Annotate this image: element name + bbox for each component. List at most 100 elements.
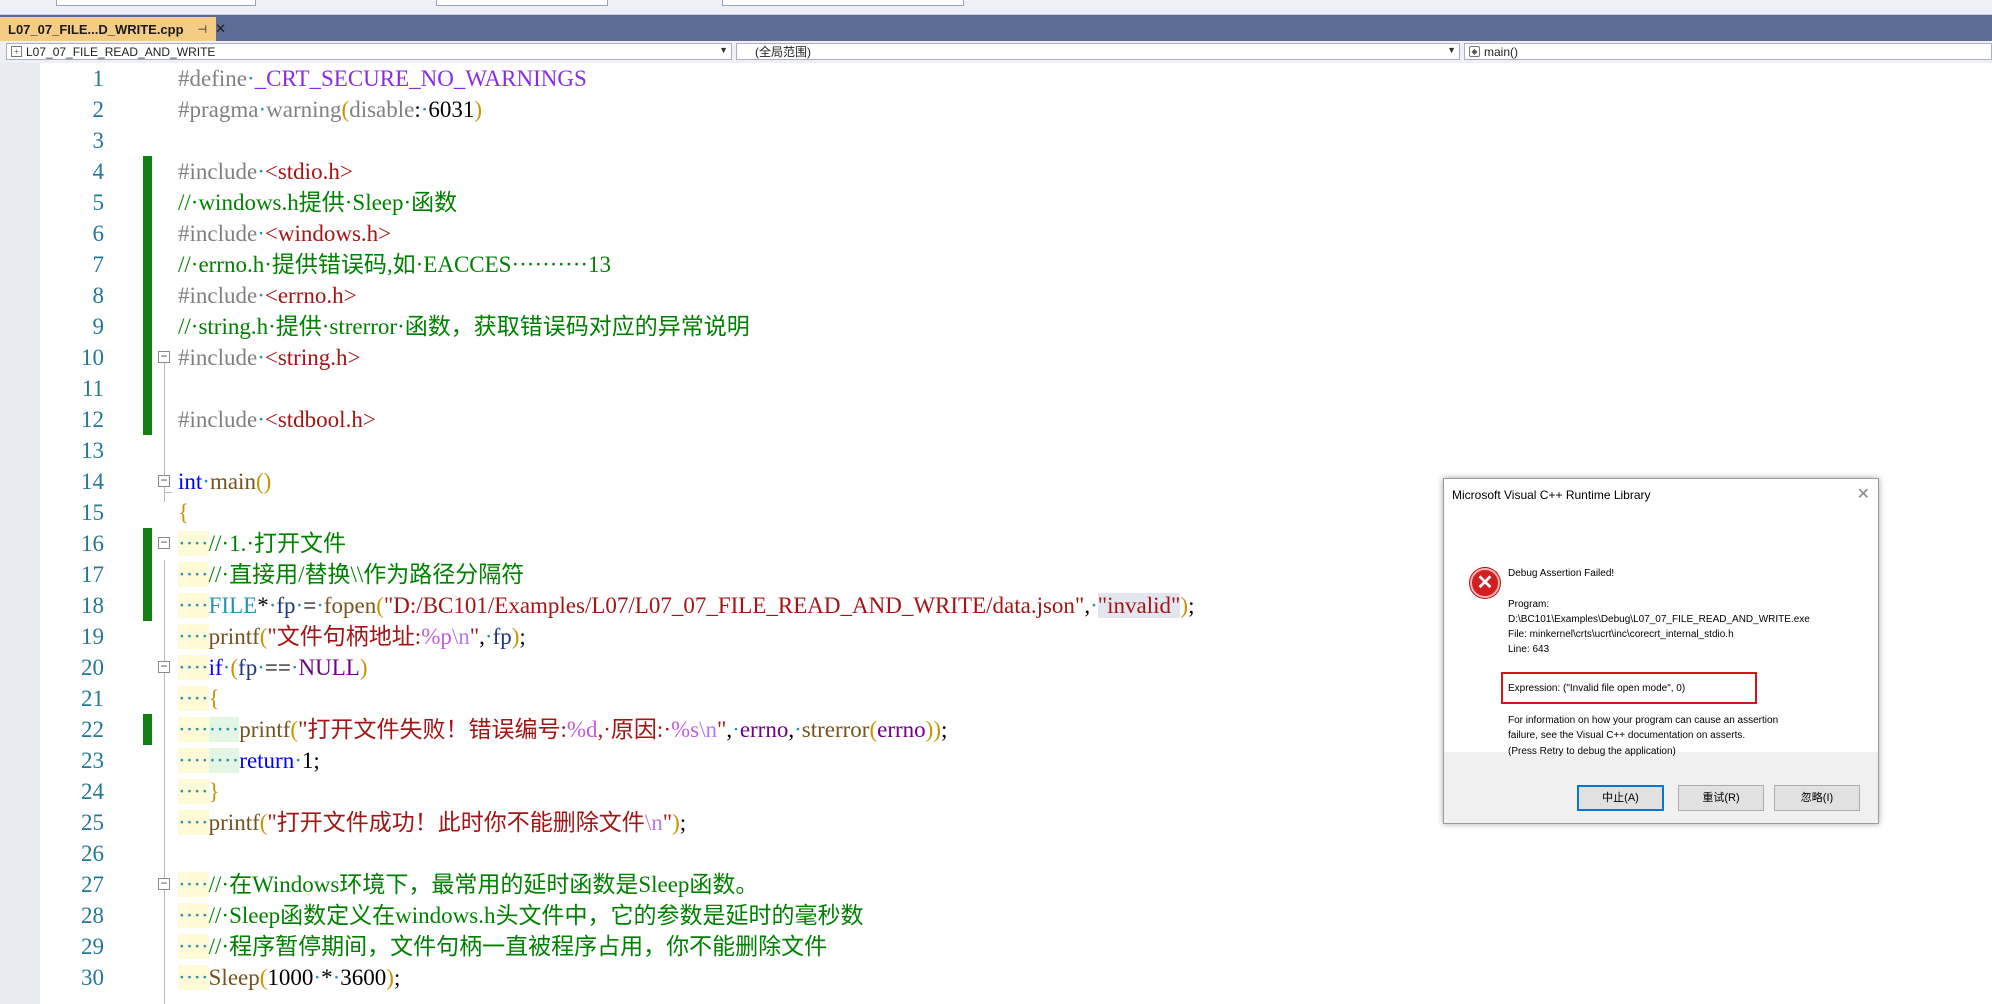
string-literal: " <box>662 810 673 835</box>
code-line[interactable]: 13 <box>0 435 1992 466</box>
ignore-button[interactable]: 忽略(I) <box>1774 785 1860 811</box>
program-path: D:\BC101\Examples\Debug\L07_07_FILE_READ… <box>1508 614 1810 625</box>
code-line[interactable]: 6 #include·<windows.h> <box>0 218 1992 249</box>
change-marker <box>143 528 152 559</box>
expression-text: Expression: ("Invalid file open mode", 0… <box>1508 683 1686 694</box>
line-number: 18 <box>81 593 104 618</box>
string-literal: "文件句柄地址: <box>267 624 422 649</box>
code-line[interactable]: 3 <box>0 125 1992 156</box>
comment: //·在Windows环境下，最常用的延时函数是Sleep函数。 <box>208 872 759 897</box>
code-line[interactable]: 30 ····Sleep(1000·*·3600); <box>0 962 1992 993</box>
code-line[interactable]: 8 #include·<errno.h> <box>0 280 1992 311</box>
format-specifier: %s <box>670 717 700 742</box>
code-line[interactable]: 4 #include·<stdio.h> <box>0 156 1992 187</box>
fold-toggle-icon[interactable]: − <box>158 877 170 890</box>
line-number: 10 <box>81 345 104 370</box>
preprocessor: #include <box>178 283 258 308</box>
file-info: File: minkernel\crts\ucrt\inc\corecrt_in… <box>1508 629 1734 640</box>
code-line[interactable]: 9 //·string.h·提供·strerror·函数，获取错误码对应的异常说… <box>0 311 1992 342</box>
fold-toggle-icon[interactable]: − <box>158 660 170 673</box>
fold-toggle-icon[interactable]: − <box>158 536 170 549</box>
number-literal: 1 <box>301 748 314 773</box>
function-name: main <box>209 469 256 494</box>
toolbar-combo[interactable] <box>56 0 256 6</box>
line-number: 14 <box>81 469 104 494</box>
code-line[interactable]: 2 #pragma·warning(disable:·6031) <box>0 94 1992 125</box>
escape-sequence: \n <box>451 624 470 649</box>
project-dropdown[interactable]: + L07_07_FILE_READ_AND_WRITE ▼ <box>6 43 732 60</box>
close-icon[interactable]: ✕ <box>215 21 226 37</box>
comment: //·Sleep函数定义在windows.h头文件中，它的参数是延时的毫秒数 <box>208 903 864 928</box>
line-number: 27 <box>81 872 104 897</box>
line-number: 24 <box>81 779 104 804</box>
line-number: 16 <box>81 531 104 556</box>
function-dropdown[interactable]: ◆ main() <box>1464 43 1992 60</box>
escape-sequence: \n <box>644 810 663 835</box>
code-line[interactable]: 28 ····//·Sleep函数定义在windows.h头文件中，它的参数是延… <box>0 900 1992 931</box>
change-marker <box>143 342 152 373</box>
code-line[interactable]: 29 ····//·程序暂停期间，文件句柄一直被程序占用，你不能删除文件 <box>0 931 1992 962</box>
keyword: return <box>239 748 295 773</box>
include-path: <windows.h> <box>264 221 392 246</box>
line-number: 25 <box>81 810 104 835</box>
dialog-body: ✕ Debug Assertion Failed! Program: D:\BC… <box>1444 511 1878 757</box>
code-line[interactable]: 11 <box>0 373 1992 404</box>
code-line[interactable]: 7 //·errno.h·提供错误码,如·EACCES··········13 <box>0 249 1992 280</box>
comment: //·直接用/替换\\作为路径分隔符 <box>208 562 525 587</box>
code-line[interactable]: 12 #include·<stdbool.h> <box>0 404 1992 435</box>
toolbar-combo[interactable] <box>436 0 608 6</box>
assertion-dialog: Microsoft Visual C++ Runtime Library ✕ ✕… <box>1443 478 1879 824</box>
fold-toggle-icon[interactable]: − <box>158 350 170 363</box>
code-line[interactable]: 1 #define·_CRT_SECURE_NO_WARNINGS <box>0 63 1992 94</box>
pin-icon[interactable]: ⊣ <box>198 23 208 36</box>
fold-toggle-icon[interactable]: − <box>158 474 170 487</box>
string-literal: "D:/BC101/Examples/L07/L07_07_FILE_READ_… <box>383 593 1085 618</box>
comment: //·1.·打开文件 <box>208 531 346 556</box>
scope-dropdown[interactable]: (全局范围) ▼ <box>736 43 1460 60</box>
function-call: printf <box>239 717 291 742</box>
function-call: strerror <box>801 717 870 742</box>
line-number: 9 <box>92 314 105 339</box>
line-number: 13 <box>81 438 104 463</box>
change-marker <box>143 590 152 621</box>
type-name: FILE <box>208 593 258 618</box>
line-number: 22 <box>81 717 104 742</box>
comment: //·errno.h·提供错误码,如·EACCES··········13 <box>178 252 612 277</box>
preprocessor: #include <box>178 221 258 246</box>
navigation-bar: + L07_07_FILE_READ_AND_WRITE ▼ (全局范围) ▼ … <box>0 41 1992 64</box>
string-literal: " <box>469 624 480 649</box>
change-marker <box>143 311 152 342</box>
change-marker <box>143 249 152 280</box>
string-literal: ,·原因:· <box>597 717 671 742</box>
close-icon[interactable]: ✕ <box>1857 484 1870 504</box>
number-literal: 1000 <box>267 965 314 990</box>
project-name: L07_07_FILE_READ_AND_WRITE <box>26 44 216 59</box>
keyword: if <box>208 655 223 680</box>
function-call: printf <box>208 810 260 835</box>
document-tab-bar: L07_07_FILE...D_WRITE.cpp ⊣ ✕ <box>0 15 1992 41</box>
dialog-titlebar[interactable]: Microsoft Visual C++ Runtime Library ✕ <box>1444 479 1878 511</box>
code-line[interactable]: 5 //·windows.h提供·Sleep·函数 <box>0 187 1992 218</box>
pragma-number: 6031 <box>428 97 475 122</box>
abort-button[interactable]: 中止(A) <box>1577 785 1664 811</box>
preprocessor: #pragma <box>178 97 259 122</box>
retry-button[interactable]: 重试(R) <box>1678 785 1764 811</box>
line-info: Line: 643 <box>1508 644 1550 655</box>
dialog-title: Microsoft Visual C++ Runtime Library <box>1452 488 1651 502</box>
function-call: printf <box>208 624 260 649</box>
toolbar-combo[interactable] <box>722 0 964 6</box>
chevron-down-icon: ▼ <box>1447 45 1456 55</box>
line-number: 3 <box>92 128 105 153</box>
function-icon: ◆ <box>1469 46 1480 57</box>
escape-sequence: \n <box>699 717 717 742</box>
code-line[interactable]: 26 <box>0 838 1992 869</box>
code-line[interactable]: 27 − ····//·在Windows环境下，最常用的延时函数是Sleep函数… <box>0 869 1992 900</box>
change-marker <box>143 187 152 218</box>
code-line[interactable]: 10 − #include·<string.h> <box>0 342 1992 373</box>
program-label: Program: <box>1508 599 1550 610</box>
line-number: 1 <box>92 66 105 91</box>
macro-name: _CRT_SECURE_NO_WARNINGS <box>254 66 587 91</box>
change-marker <box>143 156 152 187</box>
change-marker <box>143 559 152 590</box>
tab-document[interactable]: L07_07_FILE...D_WRITE.cpp ⊣ ✕ <box>0 17 226 41</box>
